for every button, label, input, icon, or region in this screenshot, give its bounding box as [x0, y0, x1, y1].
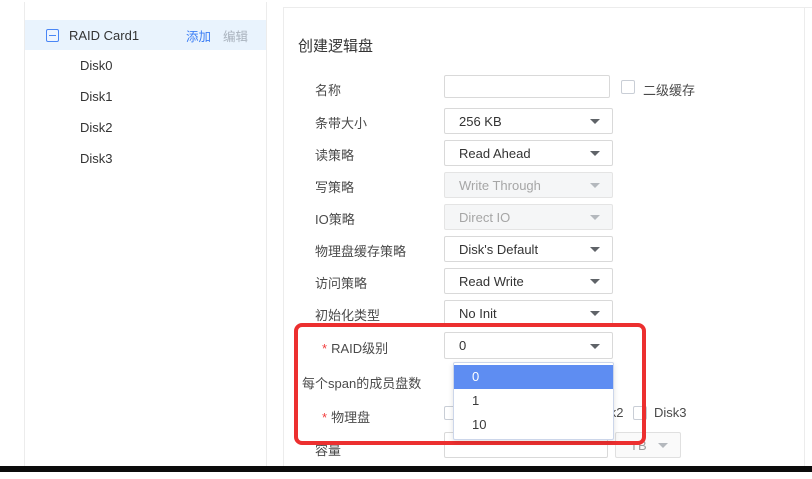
- stripe-size-value: 256 KB: [459, 114, 502, 129]
- chevron-down-icon: [590, 279, 600, 284]
- disk-cache-policy-select[interactable]: Disk's Default: [444, 236, 613, 262]
- chevron-down-icon: [590, 344, 600, 349]
- disk3-checkbox[interactable]: [633, 406, 647, 420]
- raid-level-option-1[interactable]: 1: [454, 389, 613, 413]
- span-members-label: 每个span的成员盘数: [302, 373, 421, 392]
- raid-level-value: 0: [459, 338, 466, 353]
- chevron-down-icon: [590, 311, 600, 316]
- physical-disks-label: *物理盘: [322, 407, 370, 426]
- read-policy-select[interactable]: Read Ahead: [444, 140, 613, 166]
- raid-tree-panel: RAID Card1 添加 编辑 Disk0 Disk1 Disk2 Disk3: [24, 2, 267, 466]
- tree-node-disk3[interactable]: Disk3: [25, 143, 266, 174]
- collapse-icon[interactable]: [46, 29, 59, 42]
- stripe-size-label: 条带大小: [315, 113, 367, 132]
- tree-node-raid-card[interactable]: RAID Card1 添加 编辑: [25, 20, 266, 50]
- io-policy-label: IO策略: [315, 209, 355, 228]
- io-policy-value: Direct IO: [459, 210, 510, 225]
- init-type-select[interactable]: No Init: [444, 300, 613, 326]
- panel-divider: [804, 7, 805, 466]
- capacity-unit-select: TB: [615, 432, 681, 458]
- raid-level-dropdown-list: 0 1 10: [453, 362, 614, 440]
- raid-card-label: RAID Card1: [69, 28, 139, 43]
- io-policy-select: Direct IO: [444, 204, 613, 230]
- create-logical-disk-panel: 创建逻辑盘 名称 二级缓存 条带大小 256 KB 读策略 Read Ahead…: [283, 7, 812, 466]
- capacity-unit-value: TB: [630, 438, 647, 453]
- capacity-label: 容量: [315, 440, 341, 459]
- raid-level-select[interactable]: 0: [444, 332, 613, 359]
- tree-children: Disk0 Disk1 Disk2 Disk3: [25, 50, 266, 174]
- read-policy-label: 读策略: [315, 145, 354, 164]
- access-policy-label: 访问策略: [315, 273, 367, 292]
- chevron-down-icon: [590, 247, 600, 252]
- raid-level-option-0[interactable]: 0: [454, 365, 613, 389]
- chevron-down-icon: [590, 183, 600, 188]
- required-asterisk: *: [322, 410, 327, 425]
- raid-config-page: RAID Card1 添加 编辑 Disk0 Disk1 Disk2 Disk3…: [0, 0, 812, 479]
- disk3-checkbox-item[interactable]: Disk3: [633, 405, 687, 420]
- init-type-value: No Init: [459, 306, 497, 321]
- disk-cache-policy-label: 物理盘缓存策略: [315, 241, 406, 260]
- chevron-down-icon: [590, 215, 600, 220]
- tree-node-disk2[interactable]: Disk2: [25, 112, 266, 143]
- init-type-label: 初始化类型: [315, 305, 380, 324]
- tree-node-disk1[interactable]: Disk1: [25, 81, 266, 112]
- name-input[interactable]: [444, 75, 610, 98]
- edit-link[interactable]: 编辑: [223, 26, 248, 45]
- access-policy-select[interactable]: Read Write: [444, 268, 613, 294]
- bottom-border-bar: [0, 466, 812, 472]
- page-title: 创建逻辑盘: [298, 35, 373, 56]
- secondary-cache-label: 二级缓存: [643, 80, 695, 99]
- chevron-down-icon: [590, 151, 600, 156]
- chevron-down-icon: [658, 443, 668, 448]
- tree-node-disk0[interactable]: Disk0: [25, 50, 266, 81]
- write-policy-label: 写策略: [315, 177, 354, 196]
- disk-cache-policy-value: Disk's Default: [459, 242, 538, 257]
- read-policy-value: Read Ahead: [459, 146, 531, 161]
- add-link[interactable]: 添加: [186, 26, 211, 45]
- raid-level-option-10[interactable]: 10: [454, 413, 613, 437]
- write-policy-select: Write Through: [444, 172, 613, 198]
- name-label: 名称: [315, 80, 341, 99]
- stripe-size-select[interactable]: 256 KB: [444, 108, 613, 134]
- raid-level-label: *RAID级别: [322, 338, 388, 357]
- access-policy-value: Read Write: [459, 274, 524, 289]
- disk3-label: Disk3: [654, 405, 687, 420]
- chevron-down-icon: [590, 119, 600, 124]
- secondary-cache-checkbox[interactable]: [621, 80, 635, 94]
- write-policy-value: Write Through: [459, 178, 541, 193]
- required-asterisk: *: [322, 341, 327, 356]
